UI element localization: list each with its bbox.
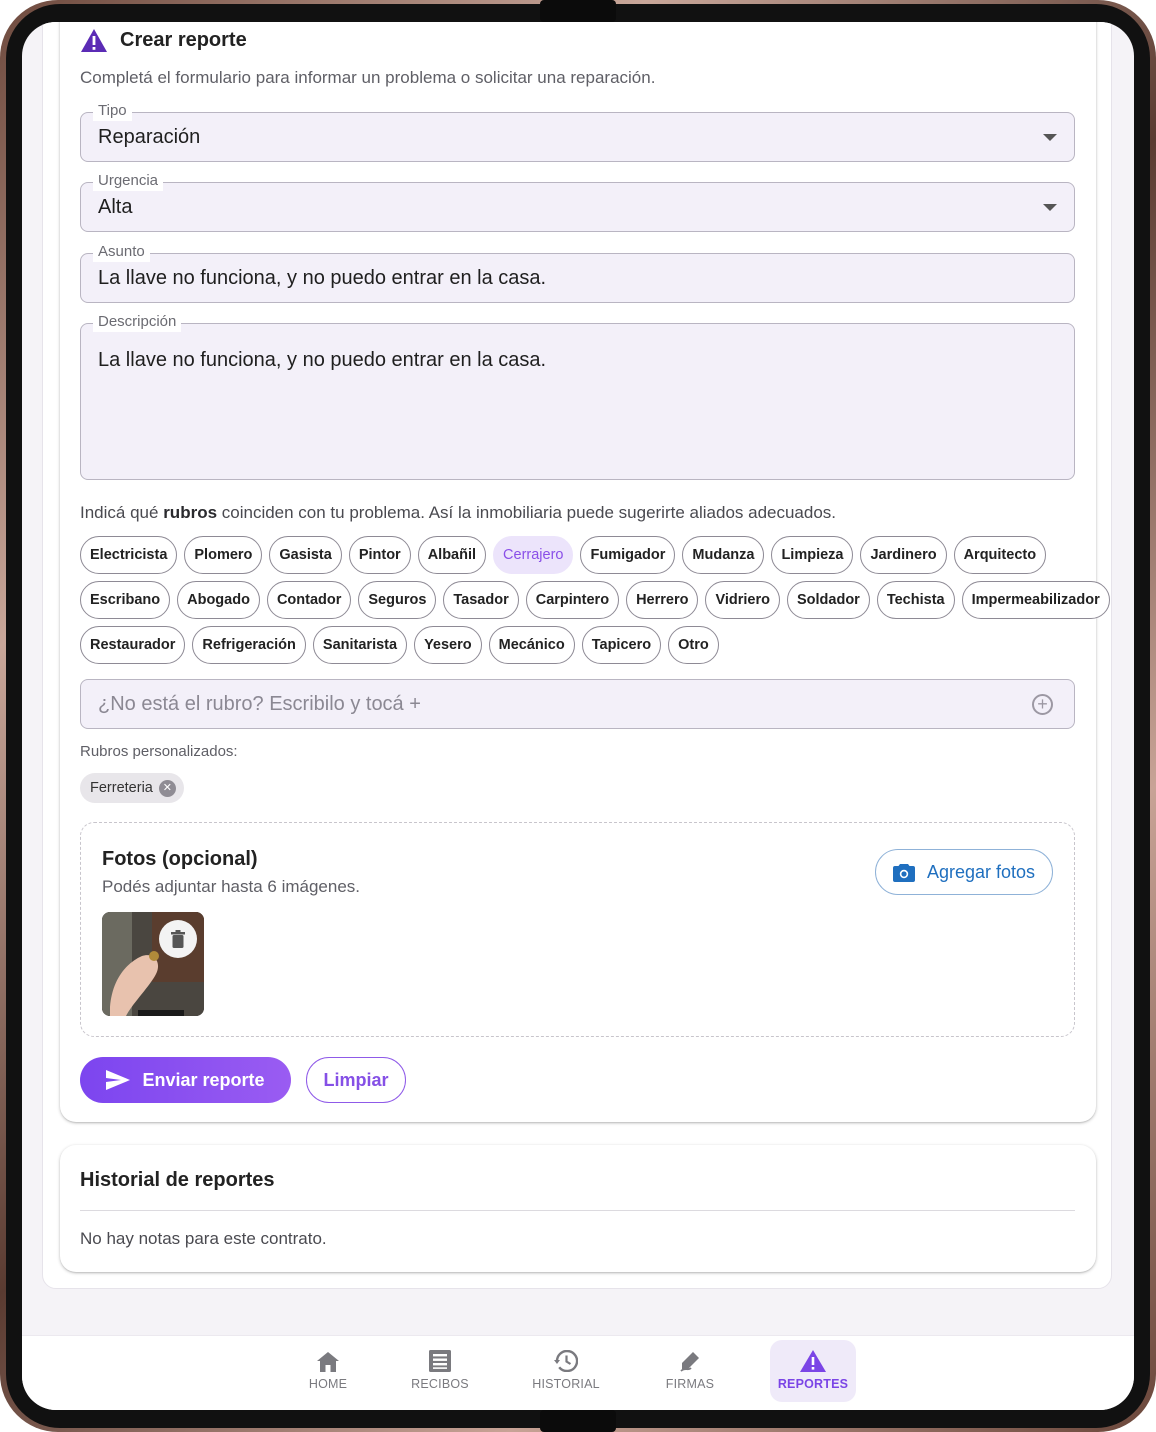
send-report-label: Enviar reporte — [142, 1069, 265, 1090]
rubro-chip[interactable]: Fumigador — [580, 536, 676, 574]
history-title: Historial de reportes — [80, 1169, 275, 1191]
rubro-chip[interactable]: Soldador — [786, 581, 870, 619]
rubro-chip[interactable]: Escribano — [80, 581, 171, 619]
warning-icon — [81, 29, 107, 52]
nav-historial[interactable]: HISTORIAL — [523, 1340, 609, 1402]
rubro-chip[interactable]: Vidriero — [705, 581, 780, 619]
photos-subtitle: Podés adjuntar hasta 6 imágenes. — [102, 877, 361, 896]
rubro-chip[interactable]: Abogado — [177, 581, 260, 619]
bottom-navigation: HOME RECIBOS HISTORIAL FIRMAS REPORTES — [22, 1335, 1134, 1410]
custom-rubro-chip-label: Ferreteria — [90, 780, 153, 796]
descripcion-value: La llave no funciona, y no puedo entrar … — [98, 349, 547, 371]
rubro-chip[interactable]: Yesero — [414, 626, 482, 664]
rubro-chip[interactable]: Techista — [876, 581, 955, 619]
rubro-chip[interactable]: Carpintero — [525, 581, 620, 619]
urgencia-value: Alta — [98, 196, 133, 218]
rubros-row-1: Electricista Plomero Gasista Pintor Albañil C… — [80, 536, 1080, 574]
custom-rubro-input[interactable]: ¿No está el rubro? Escribilo y tocá + + — [80, 679, 1075, 729]
trash-icon — [171, 930, 185, 948]
tipo-select[interactable]: Tipo Reparación — [80, 101, 1075, 162]
home-icon — [317, 1352, 339, 1372]
rubro-chip[interactable]: Cerrajero — [493, 536, 574, 574]
rubro-chip[interactable]: Sanitarista — [312, 626, 408, 664]
nav-historial-label: HISTORIAL — [532, 1377, 600, 1391]
rubro-chip[interactable]: Contador — [266, 581, 352, 619]
descripcion-label: Descripción — [93, 312, 182, 332]
rubro-chip[interactable]: Otro — [668, 626, 719, 664]
rubros-hint-pre: Indicá qué — [80, 503, 164, 522]
rubro-chip[interactable]: Restaurador — [80, 626, 186, 664]
urgencia-label: Urgencia — [93, 171, 164, 191]
nav-firmas-label: FIRMAS — [665, 1377, 715, 1391]
form-header: Crear reporte — [80, 28, 247, 53]
photos-title: Fotos (opcional) — [102, 848, 258, 870]
rubros-row-3: Restaurador Refrigeración Sanitarista Yeser… — [80, 626, 1080, 664]
dropdown-arrow-icon — [1043, 204, 1057, 211]
delete-photo-button[interactable] — [159, 920, 197, 958]
remove-chip-icon[interactable]: ✕ — [158, 779, 176, 797]
rubro-chip[interactable]: Herrero — [626, 581, 699, 619]
custom-rubro-chip[interactable]: Ferreteria ✕ — [80, 773, 184, 803]
divider — [80, 1210, 1075, 1211]
camera-icon — [892, 863, 915, 882]
asunto-label: Asunto — [93, 242, 150, 262]
rubro-chip[interactable]: Pintor — [348, 536, 411, 574]
nav-firmas[interactable]: FIRMAS — [647, 1340, 733, 1402]
form-title: Crear reporte — [120, 29, 247, 51]
signature-icon — [680, 1352, 699, 1372]
rubro-chip[interactable]: Tapicero — [581, 626, 662, 664]
nav-recibos-label: RECIBOS — [411, 1377, 469, 1391]
nav-recibos[interactable]: RECIBOS — [397, 1340, 483, 1402]
add-photos-button[interactable]: Agregar fotos — [875, 849, 1053, 895]
photos-section: Fotos (opcional) Podés adjuntar hasta 6 … — [80, 822, 1075, 1037]
rubro-chip[interactable]: Arquitecto — [953, 536, 1047, 574]
photo-thumbnail[interactable] — [102, 912, 204, 1016]
receipt-icon — [429, 1350, 451, 1372]
add-photos-label: Agregar fotos — [926, 861, 1036, 882]
custom-rubros-label: Rubros personalizados: — [80, 743, 238, 760]
rubro-chip[interactable]: Gasista — [269, 536, 342, 574]
tipo-label: Tipo — [93, 101, 132, 121]
rubros-hint: Indicá qué rubros coinciden con tu probl… — [80, 503, 836, 523]
rubro-chip[interactable]: Refrigeración — [192, 626, 306, 664]
rubro-chip[interactable]: Seguros — [358, 581, 437, 619]
asunto-value: La llave no funciona, y no puedo entrar … — [98, 267, 547, 289]
nav-home-label: HOME — [308, 1377, 348, 1391]
send-report-button[interactable]: Enviar reporte — [80, 1057, 291, 1103]
nav-reportes-label: REPORTES — [777, 1377, 849, 1391]
history-empty-text: No hay notas para este contrato. — [80, 1229, 327, 1248]
asunto-input[interactable]: Asunto La llave no funciona, y no puedo … — [80, 242, 1075, 303]
rubro-chip[interactable]: Albañil — [417, 536, 487, 574]
rubro-chip[interactable]: Mudanza — [682, 536, 765, 574]
rubro-chip[interactable]: Jardinero — [860, 536, 947, 574]
custom-rubro-placeholder: ¿No está el rubro? Escribilo y tocá + — [98, 693, 421, 715]
rubros-hint-post: coinciden con tu problema. Así la inmobi… — [217, 503, 837, 522]
report-history-card — [60, 1145, 1096, 1272]
hinge-bottom — [540, 1410, 616, 1432]
rubro-chip[interactable]: Impermeabilizador — [961, 581, 1110, 619]
warning-icon — [800, 1350, 826, 1372]
rubro-chip[interactable]: Plomero — [184, 536, 263, 574]
urgencia-select[interactable]: Urgencia Alta — [80, 171, 1075, 232]
nav-reportes[interactable]: REPORTES — [770, 1340, 856, 1402]
history-icon — [554, 1350, 578, 1372]
screen: Crear reporte Completá el formulario par… — [22, 22, 1134, 1410]
add-circle-icon[interactable]: + — [1032, 694, 1053, 715]
clear-button[interactable]: Limpiar — [306, 1057, 406, 1103]
rubro-chip[interactable]: Limpieza — [771, 536, 854, 574]
rubro-chip[interactable]: Electricista — [80, 536, 178, 574]
dropdown-arrow-icon — [1043, 134, 1057, 141]
nav-home[interactable]: HOME — [285, 1340, 371, 1402]
descripcion-textarea[interactable]: Descripción La llave no funciona, y no p… — [80, 312, 1075, 480]
rubros-row-2: Escribano Abogado Contador Seguros Tasador Ca… — [80, 581, 1110, 619]
rubro-chip[interactable]: Tasador — [443, 581, 519, 619]
form-subtitle: Completá el formulario para informar un … — [80, 68, 656, 87]
rubro-chip[interactable]: Mecánico — [488, 626, 575, 664]
clear-label: Limpiar — [323, 1069, 389, 1090]
send-icon — [106, 1070, 131, 1090]
tipo-value: Reparación — [98, 126, 201, 148]
device-frame: Crear reporte Completá el formulario par… — [0, 0, 1156, 1432]
hinge-top — [540, 0, 616, 22]
rubros-hint-bold: rubros — [163, 503, 218, 522]
